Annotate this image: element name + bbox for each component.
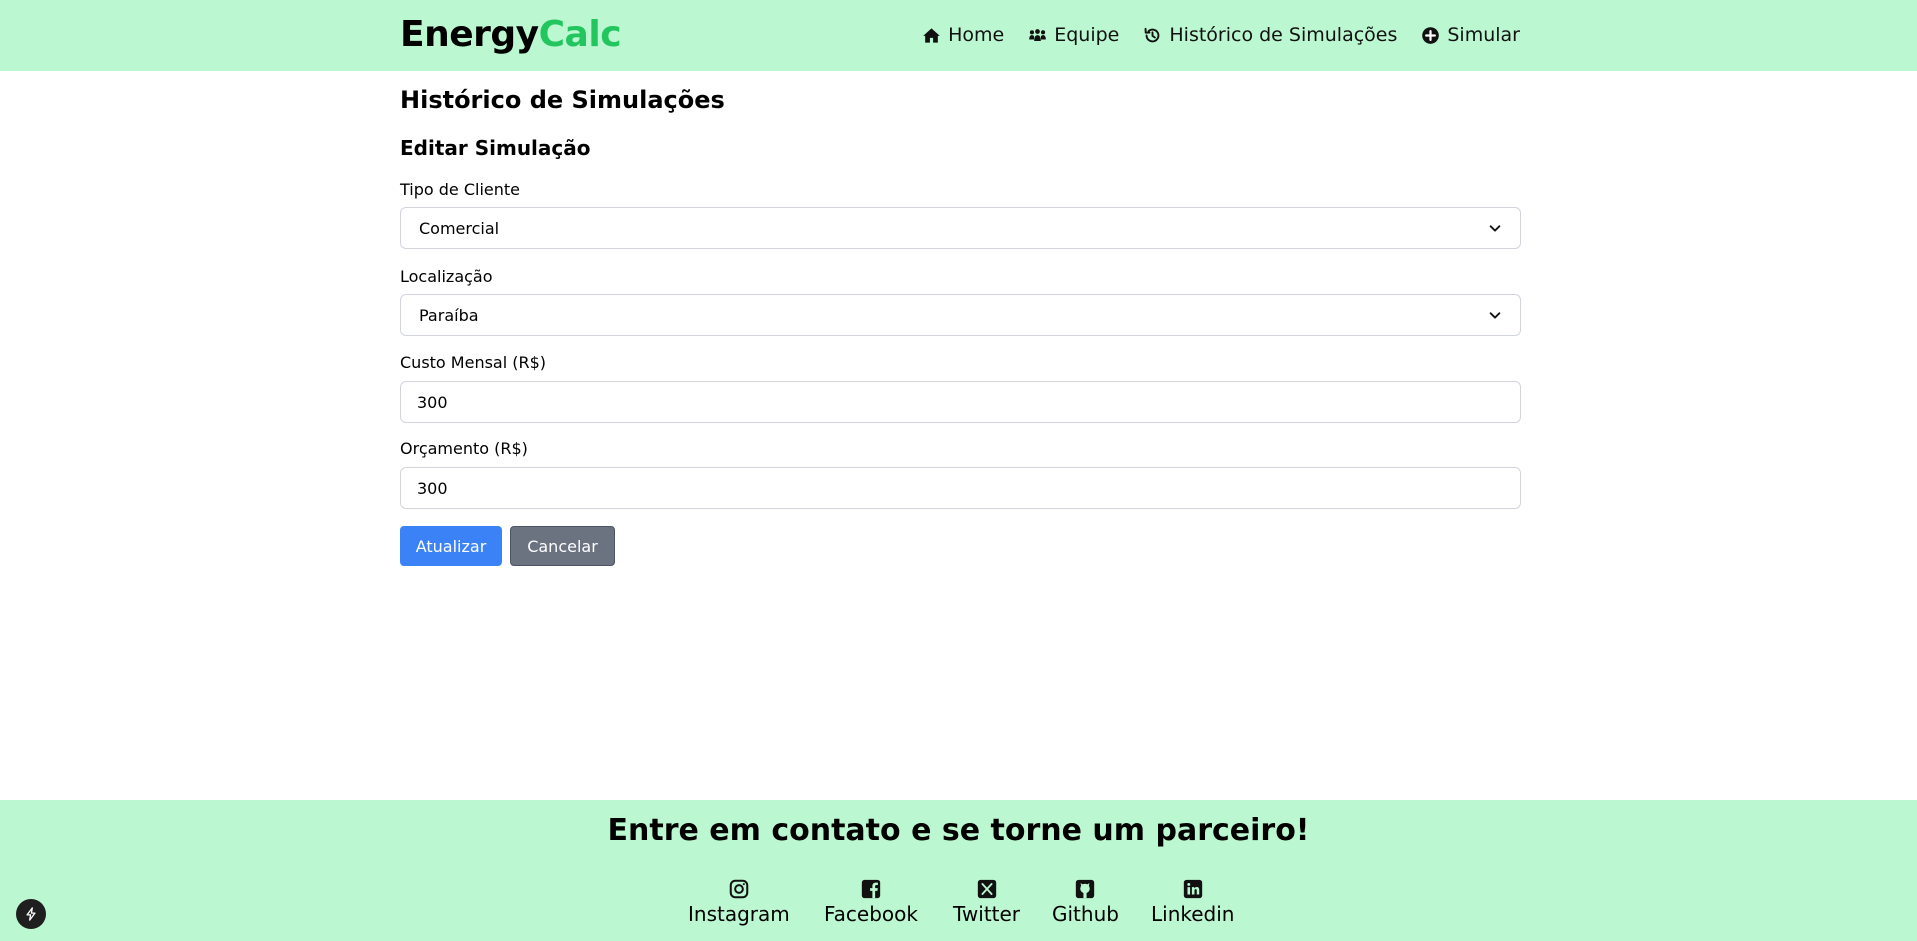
footer-link-linkedin[interactable]: Linkedin bbox=[1151, 878, 1234, 926]
linkedin-icon bbox=[1183, 879, 1202, 899]
location-value: Paraíba bbox=[419, 305, 479, 325]
nav-item-label: Equipe bbox=[1054, 24, 1120, 46]
nav-item-label: Simular bbox=[1447, 24, 1520, 46]
top-navbar: EnergyCalc Home Equipe Histórico de Simu… bbox=[0, 0, 1917, 71]
footer-title: Entre em contato e se torne um parceiro! bbox=[607, 813, 1310, 848]
dev-tools-button[interactable] bbox=[16, 899, 46, 929]
history-icon bbox=[1144, 27, 1160, 42]
home-icon bbox=[923, 27, 940, 43]
monthly-cost-input[interactable]: 300 bbox=[400, 381, 1521, 423]
footer: Entre em contato e se torne um parceiro!… bbox=[0, 800, 1917, 941]
footer-link-label: Facebook bbox=[824, 902, 918, 926]
chevron-down-icon bbox=[1489, 312, 1501, 319]
footer-link-facebook[interactable]: Facebook bbox=[824, 878, 918, 926]
budget-value: 300 bbox=[417, 478, 448, 498]
footer-link-twitter[interactable]: Twitter bbox=[953, 878, 1020, 926]
footer-link-label: Github bbox=[1052, 902, 1119, 926]
client-type-label: Tipo de Cliente bbox=[400, 180, 521, 199]
nav-item-equipe[interactable]: Equipe bbox=[1028, 24, 1119, 46]
main-nav: Home Equipe Histórico de Simulações Simu… bbox=[922, 21, 1520, 49]
x-twitter-icon bbox=[977, 879, 996, 899]
footer-link-label: Linkedin bbox=[1151, 902, 1235, 926]
footer-link-label: Instagram bbox=[688, 902, 790, 926]
footer-link-github[interactable]: Github bbox=[1052, 878, 1119, 926]
location-select[interactable]: Paraíba bbox=[400, 294, 1521, 336]
lightning-icon bbox=[26, 907, 36, 921]
footer-link-label: Twitter bbox=[953, 902, 1021, 926]
nav-item-label: Home bbox=[948, 24, 1005, 46]
footer-link-instagram[interactable]: Instagram bbox=[688, 878, 790, 926]
update-button[interactable]: Atualizar bbox=[400, 526, 502, 566]
location-label: Localização bbox=[400, 267, 493, 286]
budget-input[interactable]: 300 bbox=[400, 467, 1521, 509]
facebook-icon bbox=[861, 879, 881, 899]
brand-name-part1: Energy bbox=[400, 14, 539, 55]
nav-item-home[interactable]: Home bbox=[922, 24, 1004, 46]
client-type-select[interactable]: Comercial bbox=[400, 207, 1521, 249]
monthly-cost-label: Custo Mensal (R$) bbox=[400, 353, 547, 372]
client-type-value: Comercial bbox=[419, 218, 500, 238]
chevron-down-icon bbox=[1489, 225, 1501, 232]
brand-name-part2: Calc bbox=[538, 14, 622, 55]
nav-item-label: Histórico de Simulações bbox=[1169, 24, 1398, 46]
nav-item-historico[interactable]: Histórico de Simulações bbox=[1143, 24, 1397, 46]
page: EnergyCalc Home Equipe Histórico de Simu… bbox=[0, 0, 1917, 941]
section-title: Editar Simulação bbox=[400, 136, 591, 160]
monthly-cost-value: 300 bbox=[417, 392, 448, 412]
page-title: Histórico de Simulações bbox=[400, 86, 725, 114]
plus-circle-icon bbox=[1422, 26, 1440, 44]
nav-item-simular[interactable]: Simular bbox=[1421, 24, 1520, 46]
github-icon bbox=[1076, 879, 1095, 899]
cancel-button[interactable]: Cancelar bbox=[510, 526, 615, 566]
users-icon bbox=[1029, 28, 1047, 41]
instagram-icon bbox=[729, 879, 749, 899]
budget-label: Orçamento (R$) bbox=[400, 439, 528, 458]
brand-logo[interactable]: EnergyCalc bbox=[400, 12, 622, 58]
